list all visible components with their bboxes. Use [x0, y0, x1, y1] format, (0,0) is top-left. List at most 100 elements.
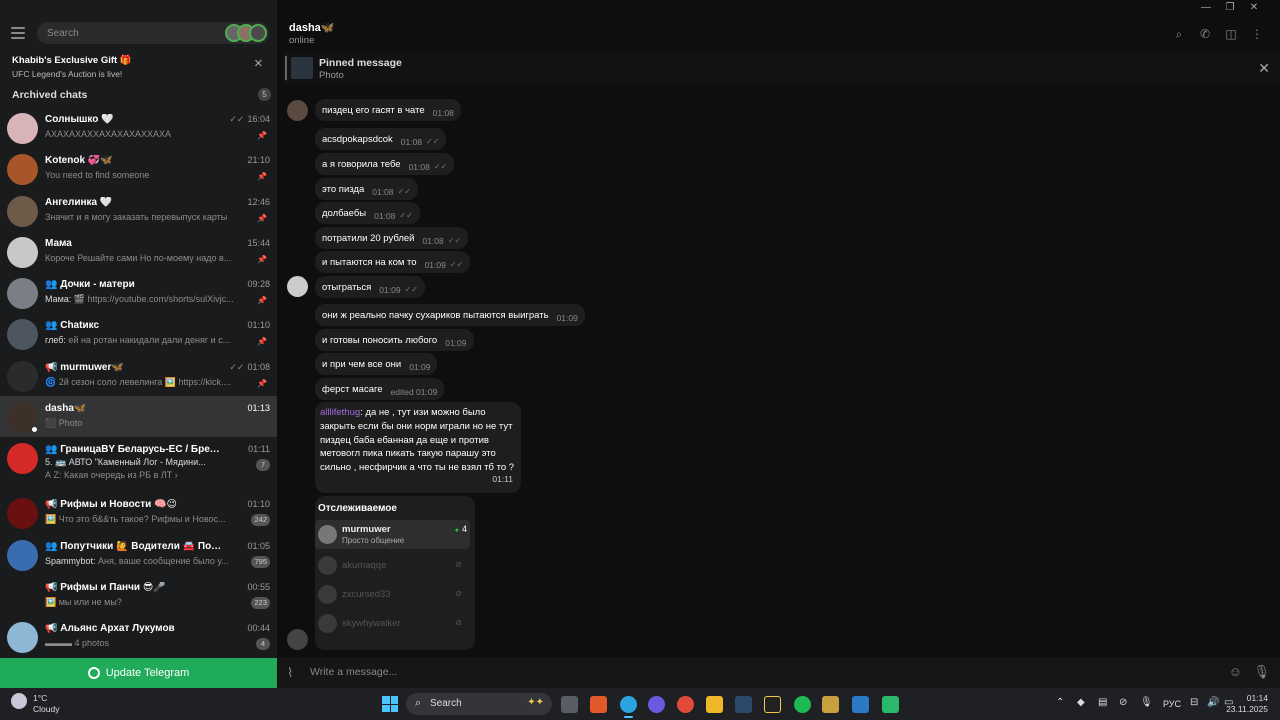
stories-avatars[interactable] [225, 24, 267, 42]
search-icon[interactable]: ⌕ [1166, 27, 1192, 42]
avatar [318, 525, 337, 544]
promo-subtitle: UFC Legend's Auction is live! [12, 69, 123, 79]
chat-list-item[interactable]: 📢 Альянс Архат Лукумов 00:44 ▬▬▬ 4 photos 4 [0, 616, 277, 657]
weather-temp[interactable]: 1°C [33, 693, 47, 703]
message-bubble[interactable]: они ж реально пачку сухариков пытаются в… [315, 304, 585, 326]
chat-list-item[interactable]: 📢 murmuwer🦋 ✓✓ 01:08 🌀 2й сезон соло левели… [0, 355, 277, 396]
language-indicator[interactable]: РУС [1163, 699, 1181, 709]
chat-list-item[interactable]: Kotenok 💞🦋 21:10 You need to find someone 📌 [0, 148, 277, 189]
pinned-message-bar[interactable]: Pinned message Photo ✕ [283, 52, 1280, 84]
close-icon[interactable]: × [254, 56, 263, 71]
tracked-item[interactable]: akumaqqe ⊘ [315, 551, 470, 580]
update-telegram-button[interactable]: Update Telegram [0, 658, 277, 688]
message-bubble[interactable]: пиздец его гасят в чате 01:08 [315, 99, 461, 121]
archived-chats-label[interactable]: Archived chats [12, 89, 87, 101]
sidebar: Khabib's Exclusive Gift 🎁 UFC Legend's A… [0, 0, 277, 688]
spotify-icon[interactable] [794, 696, 811, 713]
message-author[interactable]: alllifethug [320, 407, 360, 418]
avatar [7, 154, 38, 186]
chat-list-item[interactable]: Мама 15:44 Короче Решайте сами Но по-моему… [0, 231, 277, 272]
tracked-item[interactable]: murmuwer Просто общение 4 [315, 520, 470, 549]
taskbar-search[interactable]: ⌕ Search ✦✦ [406, 693, 552, 715]
chat-time: 09:28 [247, 279, 270, 290]
chat-header[interactable]: dasha🦋 online ⌕ ✆ ◫ ⋮ — ❐ ✕ [278, 0, 1280, 52]
minimize-button[interactable]: — [1194, 2, 1218, 13]
message-bubble[interactable]: а я говорила тебе 01:08 ✓✓ [315, 153, 455, 175]
network-icon[interactable]: ⊟ [1190, 697, 1198, 708]
sidebar-toggle-icon[interactable]: ◫ [1218, 27, 1244, 42]
game-icon[interactable] [822, 696, 839, 713]
menu-icon[interactable] [11, 27, 25, 39]
weather-icon[interactable] [11, 693, 27, 709]
yandex-icon[interactable] [677, 696, 694, 713]
app-icon[interactable] [852, 696, 869, 713]
promo-banner[interactable]: Khabib's Exclusive Gift 🎁 UFC Legend's A… [0, 52, 277, 84]
app-icon[interactable] [764, 696, 781, 713]
chat-list-item[interactable]: Ангелинка 🤍 12:46 Значит и я могу заказать… [0, 190, 277, 231]
message-text: и пытаются на ком то [322, 256, 417, 268]
message-bubble[interactable]: и готовы поносить любого 01:09 [315, 329, 474, 351]
folder-icon[interactable] [706, 696, 723, 713]
read-check-icon: ✓✓ [229, 114, 245, 124]
task-view-icon[interactable] [561, 696, 578, 713]
avatar[interactable] [287, 629, 308, 650]
chat-title[interactable]: dasha🦋 [289, 21, 335, 34]
chat-list-item[interactable]: Солнышко 🤍 ✓✓ 16:04 АХАХАХАХХАХАХАХАХХАХА 📌 [0, 107, 277, 148]
close-icon[interactable]: ✕ [1258, 60, 1270, 77]
avatar[interactable] [287, 100, 308, 121]
chat-name: dasha🦋 [45, 403, 87, 415]
avatar [318, 585, 337, 604]
tracked-item[interactable]: skywhywalker ⊘ [315, 609, 470, 638]
message-bubble[interactable]: потратили 20 рублей 01:08 ✓✓ [315, 227, 469, 249]
search-input[interactable] [47, 22, 217, 44]
discord-icon[interactable] [648, 696, 665, 713]
chat-list-item[interactable]: 👥 Chatикс 01:10 глеб: ей на ротан накидали… [0, 313, 277, 354]
telegram-icon[interactable] [620, 696, 637, 718]
start-button[interactable] [382, 696, 398, 712]
message-text: а я говорила тебе [322, 158, 401, 170]
pinned-title: Pinned message [319, 57, 402, 69]
message-text: пиздец его гасят в чате [322, 104, 425, 116]
tray-app-icon[interactable]: ◆ [1077, 697, 1085, 708]
message-bubble[interactable]: долбаебы 01:08 ✓✓ [315, 202, 420, 224]
chat-preview: ▬▬▬ 4 photos [45, 638, 110, 649]
microphone-icon[interactable]: 🎙 [1253, 664, 1270, 680]
message-input[interactable] [310, 662, 910, 682]
message-bubble[interactable]: и пытаются на ком то 01:09 ✓✓ [315, 251, 471, 273]
tray-app-icon[interactable]: ⊘ [1119, 697, 1127, 708]
tray-app-icon[interactable]: ▤ [1098, 697, 1107, 708]
avatar[interactable] [287, 276, 308, 297]
message-bubble[interactable]: отыграться 01:09 ✓✓ [315, 276, 425, 298]
chat-time: 01:05 [247, 540, 270, 551]
volume-icon[interactable]: 🔊 [1207, 697, 1219, 708]
chat-list-item[interactable]: 📢 Рифмы и Панчи 😎🎤 00:55 🖼️ мы или не мы? 2… [0, 575, 277, 616]
chat-list-item[interactable]: dasha🦋 01:13 ⬛ Photo [0, 396, 277, 438]
close-window-button[interactable]: ✕ [1242, 2, 1266, 13]
steam-icon[interactable] [735, 696, 752, 713]
search-box[interactable] [37, 22, 269, 44]
brave-icon[interactable] [590, 696, 607, 713]
chevron-up-icon[interactable]: ⌃ [1056, 697, 1064, 708]
message-bubble[interactable]: alllifethug: да не , тут изи можно было … [315, 402, 521, 493]
emoji-icon[interactable]: ☺ [1229, 664, 1242, 679]
phone-icon[interactable]: ✆ [1192, 27, 1218, 42]
message-bubble[interactable]: ферст масаге edited 01:09 [315, 378, 445, 400]
chat-list-item[interactable]: 👥 Попутчики 🙋 Водители 🚘 Посы... 01:05 Spa… [0, 534, 277, 575]
chat-time: 00:44 [247, 623, 270, 634]
chat-name: Мама [45, 237, 72, 249]
attach-icon[interactable]: ⌇ [287, 665, 293, 681]
message-bubble[interactable]: это пизда 01:08 ✓✓ [315, 178, 418, 200]
more-icon[interactable]: ⋮ [1244, 27, 1270, 42]
clock[interactable]: 01:14 23.11.2025 [1226, 693, 1268, 715]
chat-name: 📢 Альянс Архат Лукумов [45, 623, 175, 635]
message-bubble[interactable]: и при чем все они 01:09 [315, 353, 438, 375]
chat-list-item[interactable]: 👥 ГраницаBY Беларусь-ЕС / Брест -... 01:1… [0, 437, 277, 492]
chat-list-item[interactable]: 👥 Дочки - матери 09:28 Мама: 🎬 https://you… [0, 272, 277, 313]
microphone-icon[interactable]: 🎙 [1140, 697, 1153, 708]
tracked-item[interactable]: zxcursed33 ⊘ [315, 580, 470, 609]
message-bubble[interactable]: acsdpokapsdcok 01:08 ✓✓ [315, 128, 447, 150]
chat-list-item[interactable]: 📢 Рифмы и Новости 🧠😉 01:10 🖼️ Что это б&&т… [0, 492, 277, 533]
app-icon[interactable] [882, 696, 899, 713]
maximize-button[interactable]: ❐ [1218, 2, 1242, 13]
weather-status[interactable]: Cloudy [33, 704, 59, 714]
